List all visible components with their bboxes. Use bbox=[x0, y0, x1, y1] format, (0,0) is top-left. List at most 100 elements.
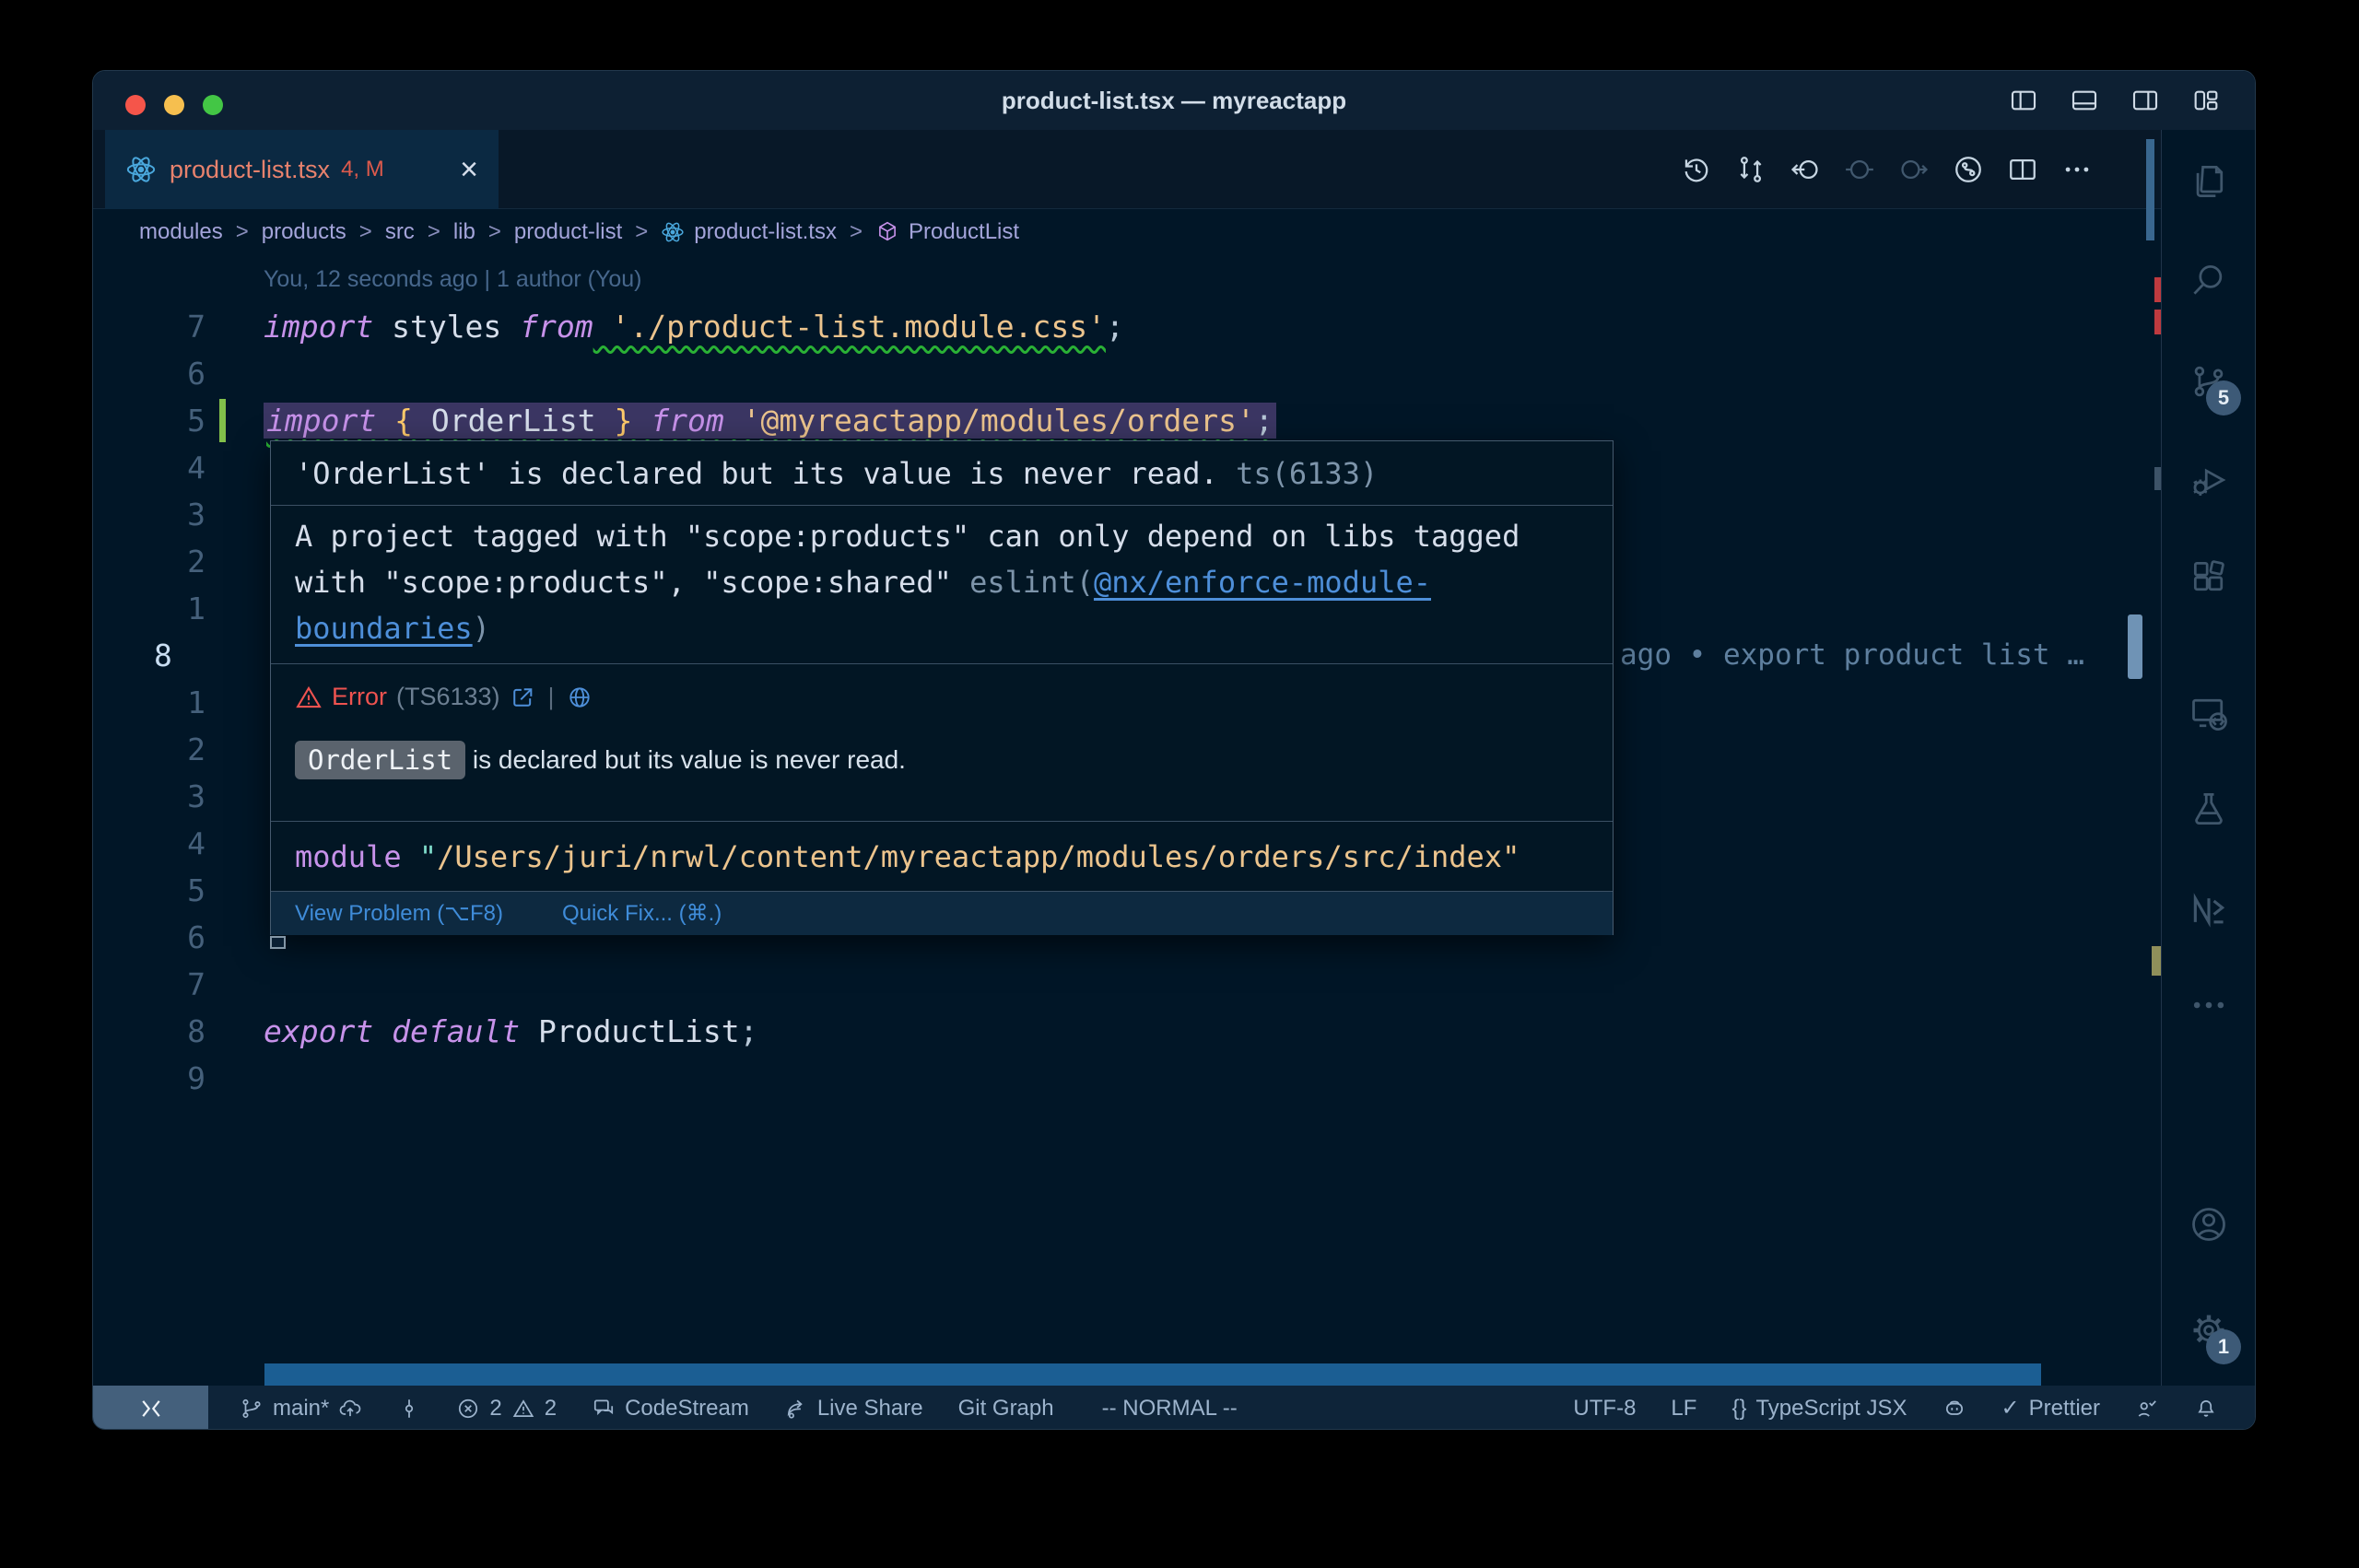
quick-fix-button[interactable]: Quick Fix... (⌘.) bbox=[562, 900, 722, 927]
error-hover-tooltip: 'OrderList' is declared but its value is… bbox=[270, 440, 1614, 935]
problems-status[interactable]: 2 2 bbox=[456, 1396, 557, 1422]
code-line[interactable]: 6 bbox=[93, 350, 2163, 397]
line-number: 7 bbox=[93, 961, 205, 1008]
more-views-icon[interactable] bbox=[2189, 985, 2229, 1025]
git-added-indicator bbox=[219, 399, 226, 442]
vim-mode-label: -- NORMAL -- bbox=[1102, 1396, 1238, 1422]
testing-beaker-icon[interactable] bbox=[2189, 789, 2229, 829]
navigate-back-icon[interactable] bbox=[1790, 154, 1821, 185]
tab-product-list[interactable]: product-list.tsx 4, M × bbox=[105, 130, 499, 209]
more-actions-icon[interactable] bbox=[2061, 154, 2093, 185]
breadcrumb: modules > products > src > lib > product… bbox=[93, 209, 2163, 255]
navigate-forward-icon[interactable] bbox=[1898, 154, 1930, 185]
remote-icon bbox=[138, 1396, 164, 1422]
view-problem-button[interactable]: View Problem (⌥F8) bbox=[295, 900, 503, 927]
code-line[interactable]: 7 bbox=[93, 961, 2163, 1008]
code-token: from bbox=[520, 309, 593, 345]
horizontal-scrollbar[interactable] bbox=[264, 1363, 2041, 1386]
code-token: ; bbox=[740, 1013, 758, 1049]
account-icon[interactable] bbox=[2189, 1204, 2229, 1245]
code-token: export bbox=[264, 1013, 373, 1049]
codestream-label: CodeStream bbox=[625, 1396, 749, 1422]
extensions-icon[interactable] bbox=[2189, 556, 2229, 597]
breadcrumb-products[interactable]: products bbox=[262, 219, 346, 245]
copilot-status[interactable] bbox=[1942, 1397, 1966, 1421]
breadcrumb-product-list-folder[interactable]: product-list bbox=[514, 219, 622, 245]
eslint-text-line2: with "scope:products", "scope:shared" bbox=[295, 565, 969, 600]
scrollbar-thumb[interactable] bbox=[2128, 614, 2142, 679]
breadcrumb-separator: > bbox=[475, 219, 514, 245]
tooltip-resize-grip[interactable] bbox=[270, 936, 286, 949]
error-circle-icon bbox=[456, 1397, 480, 1421]
navigate-dash-icon[interactable] bbox=[1844, 154, 1875, 185]
code-line[interactable]: 8 export default ProductList; bbox=[93, 1008, 2163, 1055]
breadcrumb-separator: > bbox=[837, 219, 875, 245]
eslint-rule-link[interactable]: @nx/enforce-module- bbox=[1094, 565, 1431, 600]
error-count: 2 bbox=[489, 1396, 501, 1422]
tooltip-error-detail: Error(TS6133) | OrderList is declared bu… bbox=[271, 664, 1613, 822]
code-line-highlighted[interactable]: 5 import { OrderList } from '@myreactapp… bbox=[93, 397, 2163, 444]
explorer-icon[interactable] bbox=[2189, 161, 2229, 202]
overview-scroll-indicator bbox=[2146, 139, 2154, 240]
ts-error-code: ts(6133) bbox=[1236, 453, 1378, 494]
current-line-number: 8 bbox=[154, 632, 172, 679]
language-status[interactable]: {} TypeScript JSX bbox=[1731, 1396, 1907, 1422]
line-number: 1 bbox=[93, 585, 205, 632]
code-line[interactable]: 7 import styles from './product-list.mod… bbox=[93, 303, 2163, 350]
eol-status[interactable]: LF bbox=[1671, 1396, 1696, 1422]
git-actions-icon[interactable] bbox=[1953, 154, 1984, 185]
copilot-icon bbox=[1942, 1397, 1966, 1421]
timeline-icon[interactable] bbox=[1681, 154, 1712, 185]
ts-error-text: 'OrderList' is declared but its value is… bbox=[295, 453, 1236, 494]
compare-changes-icon[interactable] bbox=[1735, 154, 1766, 185]
breadcrumb-src[interactable]: src bbox=[385, 219, 415, 245]
tab-bar: product-list.tsx 4, M × bbox=[93, 130, 2255, 209]
git-graph-status[interactable]: Git Graph bbox=[958, 1396, 1054, 1422]
notifications-status[interactable] bbox=[2194, 1397, 2218, 1421]
breadcrumb-symbol[interactable]: ProductList bbox=[875, 219, 1019, 245]
prettier-status[interactable]: ✓ Prettier bbox=[2001, 1395, 2100, 1422]
cloud-upload-icon bbox=[338, 1397, 362, 1421]
run-debug-icon[interactable] bbox=[2189, 460, 2229, 500]
line-number: 7 bbox=[93, 303, 205, 350]
activity-bar: 5 1 bbox=[2161, 130, 2255, 1386]
person-check-icon bbox=[2135, 1397, 2159, 1421]
vim-mode-status[interactable]: -- NORMAL -- bbox=[1102, 1396, 1238, 1422]
breadcrumb-file[interactable]: product-list.tsx bbox=[661, 219, 837, 245]
open-external-icon[interactable] bbox=[510, 685, 535, 710]
breadcrumb-modules[interactable]: modules bbox=[139, 219, 223, 245]
code-token: from bbox=[651, 403, 723, 439]
eslint-rule-link[interactable]: boundaries bbox=[295, 611, 473, 646]
breadcrumb-separator: > bbox=[622, 219, 661, 245]
module-path: /Users/juri/nrwl/content/myreactapp/modu… bbox=[437, 837, 1520, 877]
titlebar: product-list.tsx — myreactapp bbox=[93, 71, 2255, 130]
error-label: Error bbox=[332, 683, 387, 711]
git-commit-status[interactable] bbox=[397, 1397, 421, 1421]
code-line[interactable]: 9 bbox=[93, 1055, 2163, 1102]
toggle-secondary-sidebar-icon[interactable] bbox=[2130, 86, 2160, 115]
code-token: '@myreactapp/modules/orders' bbox=[724, 403, 1255, 439]
tooltip-footer: View Problem (⌥F8) Quick Fix... (⌘.) bbox=[271, 892, 1613, 935]
globe-icon[interactable] bbox=[567, 685, 593, 710]
tab-close-icon[interactable]: × bbox=[460, 154, 478, 185]
split-editor-icon[interactable] bbox=[2007, 154, 2038, 185]
toggle-panel-icon[interactable] bbox=[2070, 86, 2099, 115]
nx-console-icon[interactable] bbox=[2189, 890, 2229, 930]
encoding-status[interactable]: UTF-8 bbox=[1573, 1396, 1636, 1422]
live-share-status[interactable]: Live Share bbox=[784, 1396, 923, 1422]
inline-blame-annotation: ago • export product list … bbox=[1620, 632, 2084, 679]
module-quote: " bbox=[402, 837, 438, 877]
react-icon bbox=[125, 154, 157, 185]
accounts-status[interactable] bbox=[2135, 1397, 2159, 1421]
git-branch-status[interactable]: main* bbox=[240, 1396, 362, 1422]
remote-explorer-icon[interactable] bbox=[2189, 693, 2229, 733]
remote-indicator[interactable] bbox=[93, 1386, 208, 1430]
breadcrumb-lib[interactable]: lib bbox=[453, 219, 475, 245]
encoding-label: UTF-8 bbox=[1573, 1396, 1636, 1422]
code-token: import bbox=[264, 309, 373, 345]
customize-layout-icon[interactable] bbox=[2191, 86, 2221, 115]
module-keyword: module bbox=[295, 837, 402, 877]
codestream-status[interactable]: CodeStream bbox=[592, 1396, 749, 1422]
toggle-sidebar-icon[interactable] bbox=[2009, 86, 2038, 115]
search-icon[interactable] bbox=[2189, 260, 2229, 300]
